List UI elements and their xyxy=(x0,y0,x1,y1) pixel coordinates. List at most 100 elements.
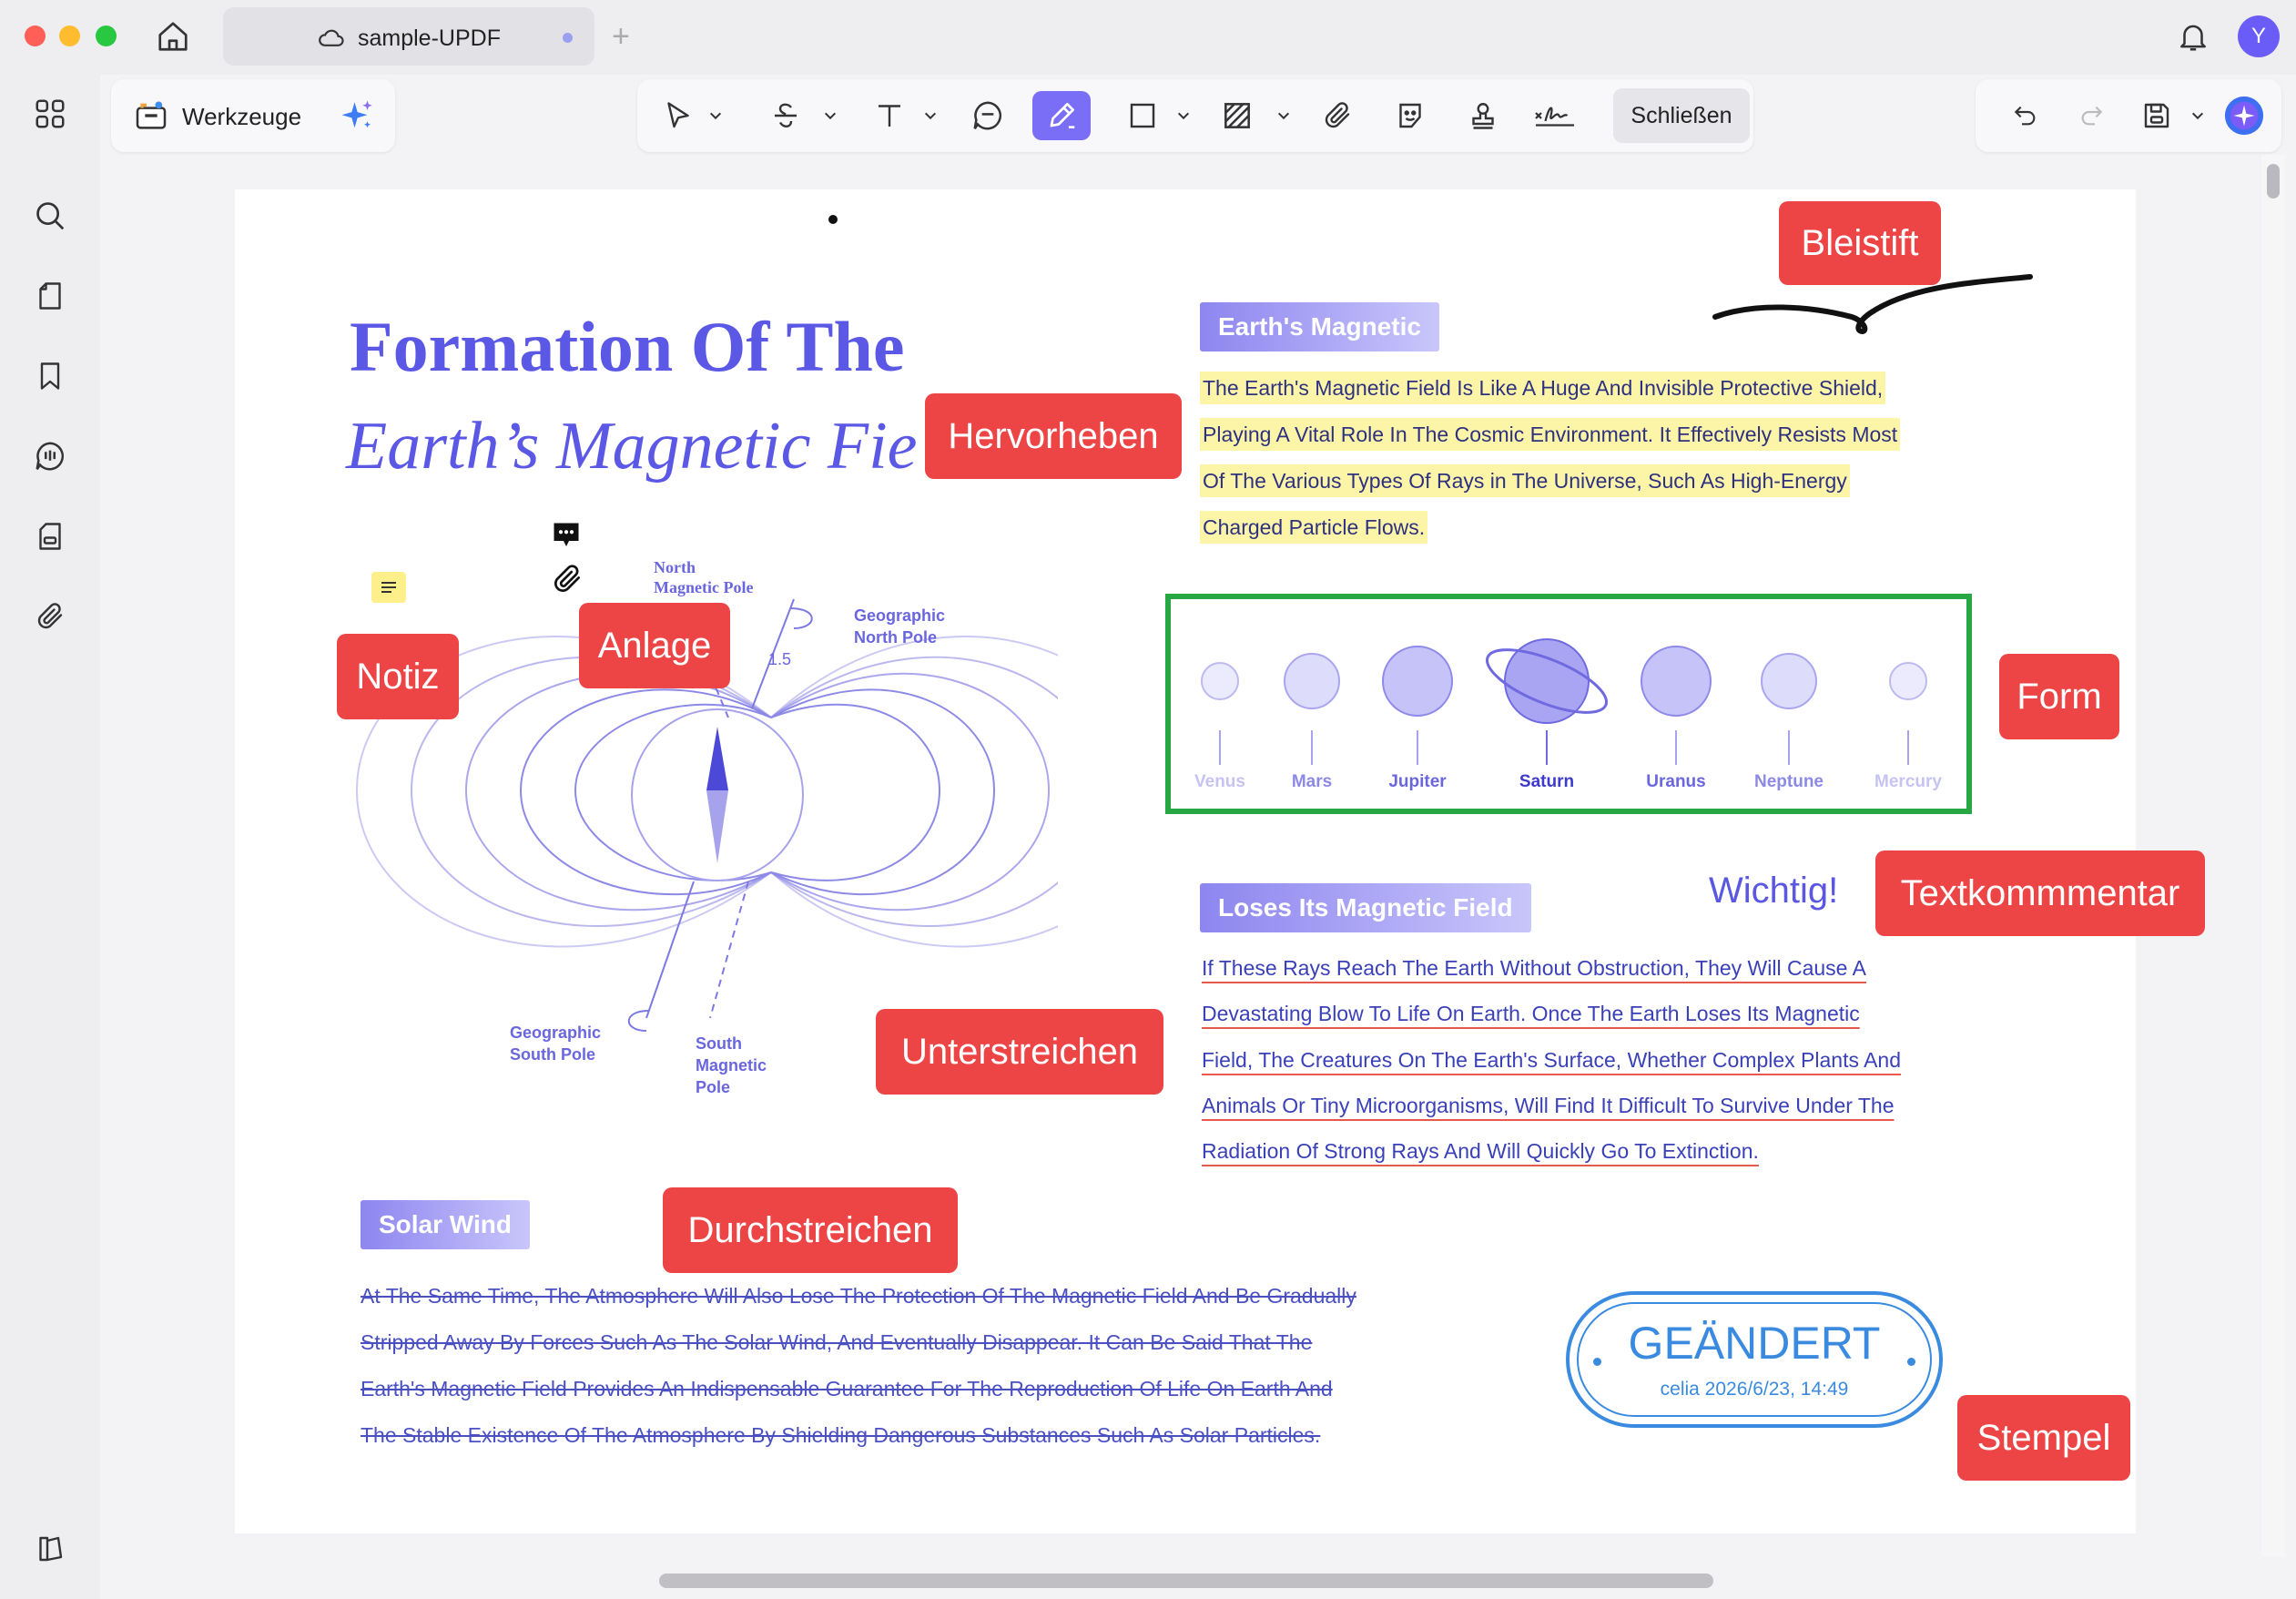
strikethrough-line[interactable]: Stripped Away By Forces Such As The Sola… xyxy=(361,1330,1312,1355)
tools-menu-label[interactable]: Werkzeuge xyxy=(182,103,301,131)
annotation-toolbar: Schließen xyxy=(637,79,1753,152)
planet-tick xyxy=(1788,730,1790,765)
underlined-line[interactable]: Radiation Of Strong Rays And Will Quickl… xyxy=(1202,1139,1759,1164)
window-minimize-button[interactable] xyxy=(59,25,80,46)
text-comment-annotation[interactable]: Wichtig! xyxy=(1709,871,1838,912)
pages-button[interactable] xyxy=(31,277,69,315)
cloud-icon xyxy=(319,29,344,46)
callout-attachment: Anlage xyxy=(579,603,730,688)
chevron-down-icon[interactable] xyxy=(1276,109,1291,122)
new-tab-button[interactable]: + xyxy=(612,16,630,56)
highlighted-line[interactable]: Charged Particle Flows. xyxy=(1200,511,1428,544)
section-heading-earths-magnetic: Earth's Magnetic xyxy=(1200,302,1439,351)
signature-icon xyxy=(1535,107,1574,127)
strikethrough-tool[interactable] xyxy=(763,91,808,140)
home-button[interactable] xyxy=(153,16,193,56)
layers-button[interactable] xyxy=(31,1530,69,1568)
stamp-annotation[interactable]: GEÄNDERT celia 2026/6/23, 14:49 xyxy=(1566,1291,1943,1428)
underlined-line[interactable]: Field, The Creatures On The Earth's Surf… xyxy=(1202,1048,1901,1073)
avatar[interactable]: Y xyxy=(2238,15,2280,57)
highlighted-line[interactable]: Of The Various Types Of Rays in The Univ… xyxy=(1200,464,1850,497)
planet-tick xyxy=(1675,730,1677,765)
pages-icon xyxy=(39,282,61,310)
ai-sparkle-icon[interactable] xyxy=(339,97,377,136)
attachment-tool[interactable] xyxy=(1315,91,1360,140)
chevron-down-icon[interactable] xyxy=(2190,109,2205,122)
window-maximize-button[interactable] xyxy=(96,25,117,46)
underlined-line[interactable]: Animals Or Tiny Microorganisms, Will Fin… xyxy=(1202,1094,1895,1118)
comment-dots-icon xyxy=(554,523,579,546)
notifications-button[interactable] xyxy=(2176,18,2210,59)
ai-assistant-button[interactable] xyxy=(2220,91,2269,140)
highlighted-line[interactable]: The Earth's Magnetic Field Is Like A Hug… xyxy=(1200,372,1886,404)
underlined-line[interactable]: If These Rays Reach The Earth Without Ob… xyxy=(1202,956,1866,981)
close-tool-button[interactable]: Schließen xyxy=(1613,88,1750,143)
sticker-icon xyxy=(1399,103,1421,128)
chevron-down-icon[interactable] xyxy=(1176,109,1191,122)
document-tab[interactable]: sample-UPDF xyxy=(223,7,594,66)
layers-icon xyxy=(39,1536,63,1562)
redo-button[interactable] xyxy=(2070,91,2112,140)
rectangle-tool[interactable] xyxy=(1120,91,1165,140)
label-south-magnetic-pole: South Magnetic Pole xyxy=(696,1034,767,1096)
thumbnails-icon xyxy=(36,99,65,128)
area-highlight-tool[interactable] xyxy=(1213,91,1262,140)
comment-tool[interactable] xyxy=(965,91,1011,140)
document-title-line-2: Earth’s Magnetic Fie xyxy=(346,409,918,484)
planet-tick xyxy=(1417,730,1418,765)
paperclip-icon xyxy=(1325,102,1350,128)
thumbnails-button[interactable] xyxy=(31,95,69,133)
chevron-down-icon[interactable] xyxy=(708,109,723,122)
callout-shape: Form xyxy=(1999,654,2119,739)
unsaved-indicator xyxy=(563,33,573,43)
save-button[interactable] xyxy=(2134,91,2179,140)
callout-note: Notiz xyxy=(337,634,459,719)
chevron-down-icon[interactable] xyxy=(823,109,838,122)
signature-tool[interactable] xyxy=(1528,91,1582,140)
select-tool[interactable] xyxy=(655,91,701,140)
attachments-button[interactable] xyxy=(31,597,69,636)
vertical-scrollbar[interactable] xyxy=(2261,155,2285,1557)
text-tool[interactable] xyxy=(867,91,912,140)
planet-label-saturn: Saturn xyxy=(1519,772,1575,791)
vertical-scroll-thumb[interactable] xyxy=(2267,164,2280,199)
pencil-icon xyxy=(1050,102,1075,129)
planet-tick xyxy=(1311,730,1313,765)
window-close-button[interactable] xyxy=(25,25,46,46)
redo-icon xyxy=(2081,106,2103,126)
cursor-arrow-icon xyxy=(667,102,689,128)
comment-marker[interactable] xyxy=(550,519,583,550)
pencil-dot xyxy=(828,215,838,224)
undo-button[interactable] xyxy=(2005,91,2047,140)
strikethrough-line[interactable]: Earth's Magnetic Field Provides An Indis… xyxy=(361,1377,1333,1401)
callout-text-comment: Textkommmentar xyxy=(1875,850,2205,936)
home-icon xyxy=(158,22,188,51)
attachment-marker[interactable] xyxy=(550,561,584,597)
strikethrough-line[interactable]: At The Same Time, The Atmosphere Will Al… xyxy=(361,1284,1356,1309)
pencil-tool[interactable] xyxy=(1032,91,1091,140)
stamp-icon xyxy=(1472,103,1494,129)
attachment-icon xyxy=(37,603,63,629)
chevron-down-icon[interactable] xyxy=(923,109,938,122)
label-geographic-north-pole: Geographic North Pole xyxy=(854,606,946,647)
right-toolbar xyxy=(1976,79,2281,152)
highlighted-line[interactable]: Playing A Vital Role In The Cosmic Envir… xyxy=(1200,418,1901,451)
sticker-tool[interactable] xyxy=(1387,91,1433,140)
planet-label-venus: Venus xyxy=(1194,772,1245,791)
horizontal-scroll-thumb[interactable] xyxy=(659,1574,1713,1588)
planet-tick xyxy=(1546,730,1548,765)
bookmarks-button[interactable] xyxy=(31,357,69,395)
forms-button[interactable] xyxy=(31,517,69,555)
stamp-title: GEÄNDERT xyxy=(1628,1318,1881,1369)
comments-button[interactable] xyxy=(31,437,69,475)
tab-title: sample-UPDF xyxy=(358,25,501,51)
strikethrough-line[interactable]: The Stable Existence Of The Atmosphere B… xyxy=(361,1423,1320,1448)
stamp-tool[interactable] xyxy=(1460,91,1506,140)
search-button[interactable] xyxy=(31,197,69,235)
stamp-subtitle: celia 2026/6/23, 14:49 xyxy=(1660,1379,1849,1400)
underlined-line[interactable]: Devastating Blow To Life On Earth. Once … xyxy=(1202,1002,1860,1026)
section-heading-loses-magnetic-field: Loses Its Magnetic Field xyxy=(1200,883,1531,932)
note-marker[interactable] xyxy=(371,572,406,603)
left-sidebar xyxy=(0,75,100,1599)
form-icon xyxy=(39,523,61,550)
